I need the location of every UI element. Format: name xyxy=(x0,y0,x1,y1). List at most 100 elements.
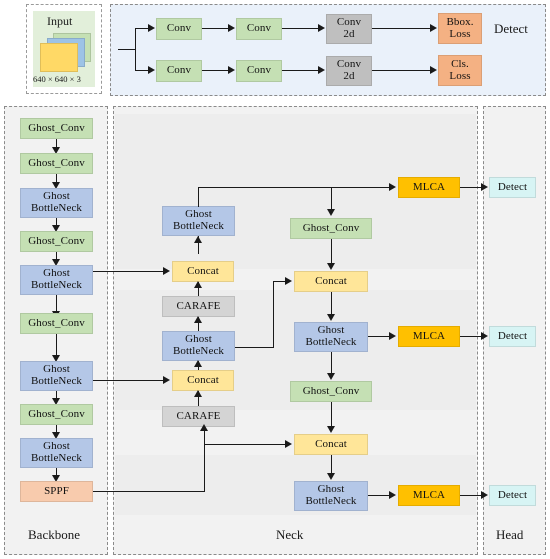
nr-arrowhead-5 xyxy=(327,473,335,480)
sppf-branch-horiz xyxy=(204,444,286,446)
bbox-loss-line1: Bbox. xyxy=(446,15,474,28)
detect-split-stem xyxy=(118,49,136,51)
detect-conv-1a: Conv xyxy=(156,18,202,40)
input-chip-yellow xyxy=(40,43,78,72)
cls-loss-line1: Cls. xyxy=(451,57,469,70)
sppf-carafe-arrow xyxy=(200,424,208,431)
architecture-diagram: Conv Conv Conv 2d Bbox. Loss Conv Conv C… xyxy=(0,0,550,559)
nr-arrow-5 xyxy=(331,455,333,474)
backbone-ghost-conv-3: Ghost_Conv xyxy=(20,231,93,252)
cls-loss-line2: Loss xyxy=(449,69,471,82)
nl1-right-line xyxy=(198,187,390,189)
detect-arrowhead-1b xyxy=(318,24,325,32)
sppf-branch-vert xyxy=(204,444,206,492)
nr-arrowhead-1 xyxy=(327,263,335,270)
detect-expansion-title: Detect xyxy=(494,21,528,36)
backbone-ghost-bottleneck-2: Ghost BottleNeck xyxy=(20,265,93,295)
neck-ghost-conv-bottom: Ghost_Conv xyxy=(290,381,372,402)
detect-conv2d-1-line2: 2d xyxy=(343,28,355,40)
nr6-line2: BottleNeck xyxy=(305,495,357,507)
nr-arrowhead-3 xyxy=(327,373,335,380)
nl1-gc-arrow xyxy=(327,209,335,216)
neck-ghost-bottleneck-right-bottom: Ghost BottleNeck xyxy=(294,481,368,511)
neck-concat-mid-left: Concat xyxy=(172,370,234,391)
detect-arrowhead-1a xyxy=(228,24,235,32)
nl-arrowhead-5 xyxy=(194,390,202,397)
bb-to-concat-top-arrow xyxy=(163,267,170,275)
nl4-line2: BottleNeck xyxy=(172,345,225,357)
neck-carafe-top: CARAFE xyxy=(162,296,235,317)
backbone-ghost-conv-1: Ghost_Conv xyxy=(20,118,93,139)
sppf-right-line xyxy=(93,491,205,493)
bb-gb4-line2: BottleNeck xyxy=(30,452,83,464)
detect-conv2d-1: Conv 2d xyxy=(326,14,372,44)
neck-ghost-conv-top: Ghost_Conv xyxy=(290,218,372,239)
nl1-mlca1-arrow xyxy=(389,183,396,191)
nl-arrowhead-2 xyxy=(194,281,202,288)
nl4-up-line xyxy=(273,281,275,348)
detect-arrowhead-1c xyxy=(430,24,437,32)
bb-to-concat-top-line xyxy=(93,271,164,273)
detect-arrowhead-2b xyxy=(318,66,325,74)
nr-arrow-4 xyxy=(331,402,333,427)
input-shape: 640 × 640 × 3 xyxy=(33,74,81,84)
mlca1-detect-arrow xyxy=(481,183,488,191)
cls-loss-box: Cls. Loss xyxy=(438,55,482,86)
nr-arrowhead-4 xyxy=(327,426,335,433)
backbone-ghost-bottleneck-4: Ghost BottleNeck xyxy=(20,438,93,468)
neck-section-label: Neck xyxy=(276,527,304,542)
nr-arrow-1 xyxy=(331,239,333,264)
detect-arrowhead-2c xyxy=(430,66,437,74)
detect-1: Detect xyxy=(489,177,536,198)
detect-arrow-1c xyxy=(372,28,431,30)
neck-ghost-bottleneck-mid: Ghost BottleNeck xyxy=(162,331,235,361)
bb-to-concat-mid-arrow xyxy=(163,376,170,384)
head-section-label: Head xyxy=(496,527,524,542)
detect-arrow-1a xyxy=(202,28,229,30)
detect-split-top-arrow xyxy=(148,24,155,32)
nr-arrow-2 xyxy=(331,292,333,315)
detect-conv2d-2: Conv 2d xyxy=(326,56,372,86)
nl1-up-line xyxy=(198,187,200,207)
mlca1-detect-line xyxy=(460,187,482,189)
backbone-ghost-conv-2: Ghost_Conv xyxy=(20,153,93,174)
mlca3-detect-arrow xyxy=(481,491,488,499)
detect-split-bottom xyxy=(135,70,149,72)
detect-2: Detect xyxy=(489,326,536,347)
bb-to-concat-mid-line xyxy=(93,380,164,382)
bb-gb2-line2: BottleNeck xyxy=(30,279,83,291)
nl-arrowhead-1 xyxy=(194,236,202,243)
nl1-line2: BottleNeck xyxy=(172,220,225,232)
gb-mlca3-arrow xyxy=(389,491,396,499)
detect-conv2d-2-line2: 2d xyxy=(343,70,355,82)
backbone-ghost-conv-4: Ghost_Conv xyxy=(20,313,93,334)
neck-concat-top-left: Concat xyxy=(172,261,234,282)
mlca-3: MLCA xyxy=(398,485,460,506)
detect-conv-2a: Conv xyxy=(156,60,202,82)
detect-arrow-1b xyxy=(282,28,319,30)
neck-carafe-bottom: CARAFE xyxy=(162,406,235,427)
detect-arrow-2c xyxy=(372,70,431,72)
detect-arrow-2b xyxy=(282,70,319,72)
nr-arrow-3 xyxy=(331,352,333,374)
nl-arrowhead-3 xyxy=(194,316,202,323)
bb-gb1-line2: BottleNeck xyxy=(30,202,83,214)
detect-conv-1b: Conv xyxy=(236,18,282,40)
gb-mlca2-line xyxy=(368,336,390,338)
bbox-loss-line2: Loss xyxy=(449,27,471,40)
sppf-branch-arrow xyxy=(285,440,292,448)
bb-gb3-line2: BottleNeck xyxy=(30,375,83,387)
detect-arrowhead-2a xyxy=(228,66,235,74)
backbone-ghost-bottleneck-3: Ghost BottleNeck xyxy=(20,361,93,391)
gb-mlca2-arrow xyxy=(389,332,396,340)
gb-mlca3-line xyxy=(368,495,390,497)
nl1-down-to-gc xyxy=(331,187,333,209)
detect-3: Detect xyxy=(489,485,536,506)
mlca-1: MLCA xyxy=(398,177,460,198)
backbone-sppf: SPPF xyxy=(20,481,93,502)
neck-ghost-bottleneck-top: Ghost BottleNeck xyxy=(162,206,235,236)
detect-split-top xyxy=(135,28,149,30)
mlca2-detect-arrow xyxy=(481,332,488,340)
detect-split-bottom-arrow xyxy=(148,66,155,74)
nr-arrowhead-2 xyxy=(327,314,335,321)
